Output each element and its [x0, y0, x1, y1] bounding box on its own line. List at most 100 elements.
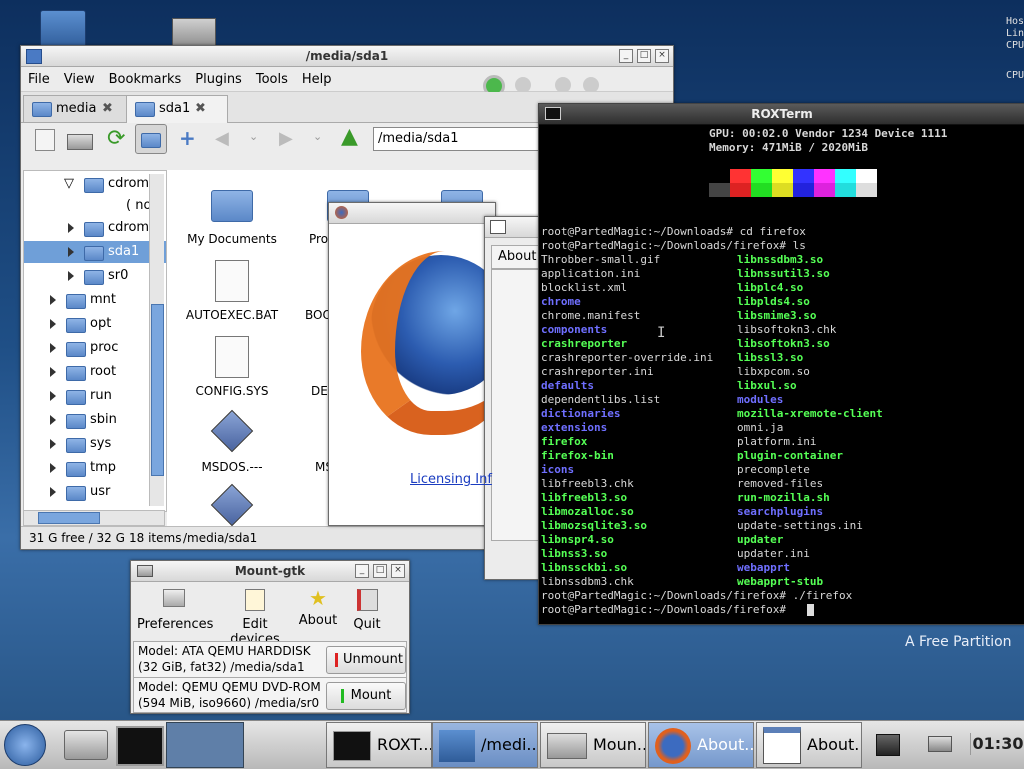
start-menu-icon[interactable]	[4, 724, 46, 766]
tree-item[interactable]: usr	[46, 481, 110, 503]
ls-entry: precomplete	[737, 463, 810, 476]
status-icon-2[interactable]	[515, 77, 531, 93]
drive-tray-icon[interactable]	[928, 736, 952, 752]
tree-item[interactable]: mnt	[46, 289, 116, 311]
tree-vscrollbar[interactable]	[149, 174, 164, 506]
expand-icon[interactable]	[50, 415, 56, 425]
drive-icon	[547, 732, 587, 759]
tree-item[interactable]: sys	[46, 433, 111, 455]
tree-item[interactable]: sr0	[64, 265, 128, 287]
red-status-icon	[335, 653, 338, 667]
expand-icon[interactable]	[50, 295, 56, 305]
about-button[interactable]: ★ About	[295, 587, 341, 635]
maximize-button[interactable]: □	[637, 49, 651, 63]
window-title: /media/sda1	[305, 49, 389, 63]
expand-icon[interactable]	[50, 463, 56, 473]
tree-item[interactable]: proc	[46, 337, 118, 359]
file-manager-titlebar[interactable]: /media/sda1 _ □ ×	[21, 46, 673, 67]
expand-icon[interactable]	[50, 367, 56, 377]
terminal-launcher-icon[interactable]	[116, 726, 164, 766]
expand-icon[interactable]	[50, 319, 56, 329]
ls-entry: update-settings.ini	[737, 519, 863, 532]
edit-devices-button[interactable]: Edit devices	[217, 587, 293, 647]
unmount-button[interactable]: Unmount	[326, 646, 406, 674]
tree-item[interactable]: opt	[46, 313, 111, 335]
add-icon[interactable]: +	[179, 126, 196, 150]
show-drive-icon[interactable]	[64, 730, 108, 760]
licensing-link[interactable]: Licensing Inf	[410, 472, 492, 487]
mount-titlebar[interactable]: Mount-gtk _ □ ×	[131, 561, 409, 582]
terminal-line: Memory: 471MiB / 2020MiB	[709, 141, 868, 154]
desktop-home-icon[interactable]	[40, 10, 86, 50]
expand-icon[interactable]	[50, 391, 56, 401]
status-icon-3[interactable]	[555, 77, 571, 93]
tab-media[interactable]: media ✖	[23, 95, 127, 122]
file-item[interactable]: AUTOEXEC.BAT	[177, 260, 287, 330]
ls-entry: chrome	[541, 295, 581, 308]
menu-view[interactable]: View	[57, 67, 102, 92]
menu-plugins[interactable]: Plugins	[188, 67, 249, 92]
drive-icon[interactable]	[67, 134, 93, 150]
terminal-output[interactable]: GPU: 00:02.0 Vendor 1234 Device 1111 Mem…	[539, 125, 1024, 623]
network-icon[interactable]	[876, 734, 900, 756]
chevron-down-icon[interactable]: ⌄	[313, 130, 322, 143]
file-item[interactable]: CONFIG.SYS	[177, 336, 287, 406]
color-swatch	[835, 183, 856, 197]
expand-icon[interactable]	[50, 439, 56, 449]
back-icon[interactable]: ◀	[215, 128, 229, 149]
tab-sda1[interactable]: sda1 ✖	[126, 95, 228, 123]
menu-bookmarks[interactable]: Bookmarks	[102, 67, 189, 92]
close-button[interactable]: ×	[655, 49, 669, 63]
tree-item[interactable]: root	[46, 361, 116, 383]
expand-icon[interactable]	[50, 343, 56, 353]
folder-icon	[135, 102, 155, 117]
file-item[interactable]: My Documents	[177, 184, 287, 254]
mount-button[interactable]: Mount	[326, 682, 406, 710]
tab-close-icon[interactable]: ✖	[195, 96, 206, 122]
quit-button[interactable]: Quit	[345, 587, 389, 635]
expand-icon[interactable]	[68, 223, 74, 233]
tree-item[interactable]: run	[46, 385, 112, 407]
minimize-button[interactable]: _	[355, 564, 369, 578]
tree-item[interactable]: tmp	[46, 457, 116, 479]
tree-item-selected[interactable]: sda1	[24, 241, 166, 263]
menu-tools[interactable]: Tools	[249, 67, 295, 92]
up-arrow-icon[interactable]: ▲	[341, 124, 358, 149]
taskbar-item-roxterm[interactable]: ROXT...	[326, 722, 432, 768]
menu-help[interactable]: Help	[295, 67, 339, 92]
path-input[interactable]: /media/sda1	[373, 127, 547, 151]
desktop-switcher[interactable]	[166, 722, 244, 768]
tree-item[interactable]: ▽ cdrom	[64, 173, 149, 195]
taskbar-item-about[interactable]: About...	[756, 722, 862, 768]
status-icon-4[interactable]	[583, 77, 599, 93]
close-button[interactable]: ×	[391, 564, 405, 578]
desktop-drive-icon[interactable]	[172, 18, 216, 48]
preferences-button[interactable]: Preferences	[137, 587, 213, 635]
expand-icon[interactable]	[68, 247, 74, 257]
forward-icon[interactable]: ▶	[279, 128, 293, 149]
taskbar-item-file-manager[interactable]: /medi...	[432, 722, 538, 768]
roxterm-titlebar[interactable]: ROXTerm	[539, 104, 1024, 125]
file-item[interactable]: MSDOS.---	[177, 409, 287, 482]
chevron-down-icon[interactable]: ▽	[64, 173, 74, 195]
expand-icon[interactable]	[68, 271, 74, 281]
color-swatch	[793, 169, 814, 183]
taskbar-item-mount[interactable]: Moun...	[540, 722, 646, 768]
folder-icon	[66, 318, 86, 333]
minimize-button[interactable]: _	[619, 49, 633, 63]
tree-item[interactable]: sbin	[46, 409, 117, 431]
tree-item[interactable]: cdrom	[64, 217, 149, 239]
color-swatch	[856, 183, 877, 197]
clock[interactable]: 01:30	[970, 733, 1024, 755]
expand-icon[interactable]	[50, 487, 56, 497]
firefox-titlebar[interactable]	[329, 203, 495, 224]
taskbar-item-about-firefox[interactable]: About...	[648, 722, 754, 768]
maximize-button[interactable]: □	[373, 564, 387, 578]
refresh-icon[interactable]: ⟳	[107, 126, 125, 151]
ls-entry: dictionaries	[541, 407, 621, 420]
menu-file[interactable]: File	[21, 67, 57, 92]
chevron-down-icon[interactable]: ⌄	[249, 130, 258, 143]
tree-hscrollbar[interactable]	[23, 510, 165, 526]
tab-close-icon[interactable]: ✖	[102, 96, 113, 122]
properties-icon[interactable]	[35, 129, 55, 151]
